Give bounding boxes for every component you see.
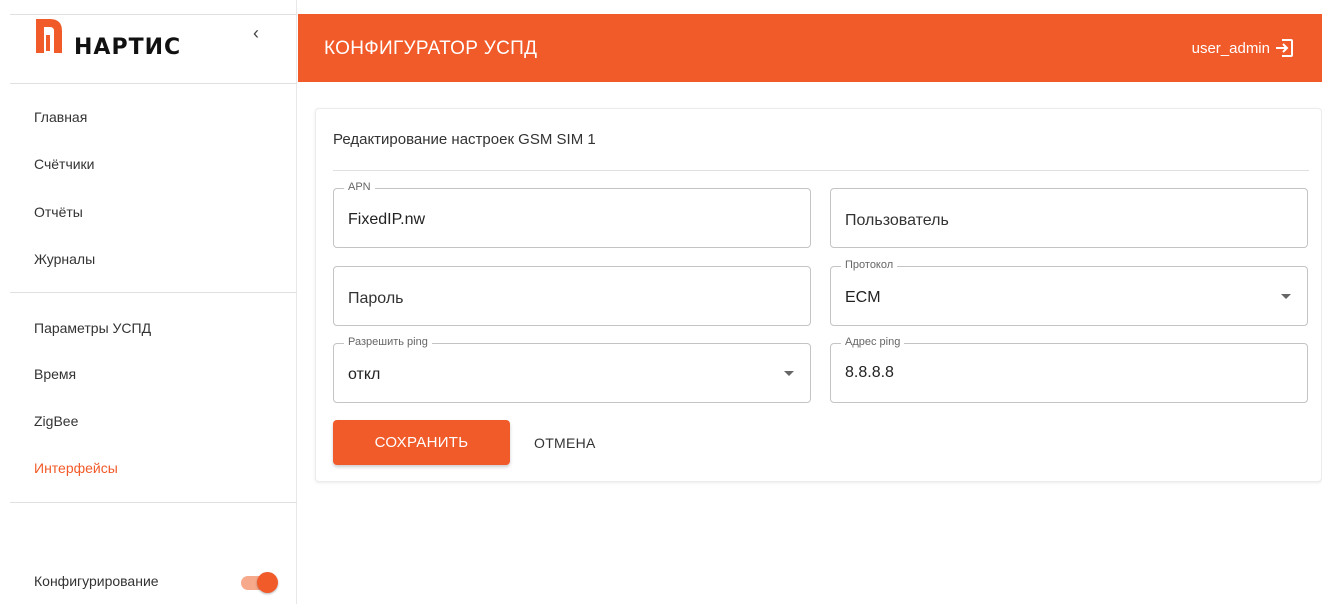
protocol-value: ECM: [845, 289, 881, 306]
user-field[interactable]: Пользователь: [830, 188, 1308, 248]
dropdown-arrow-icon: [784, 371, 794, 376]
page-title: КОНФИГУРАТОР УСПД: [324, 38, 538, 59]
toggle-thumb: [257, 572, 278, 593]
sidebar-divider: [10, 292, 297, 293]
apn-label: APN: [344, 181, 375, 193]
sidebar: НАРТИС ‹ Главная Счётчики Отчёты Журналы…: [0, 0, 297, 604]
ping-address-label: Адрес ping: [841, 336, 905, 348]
ping-address-field[interactable]: Адрес ping 8.8.8.8: [830, 336, 1308, 403]
allow-ping-select[interactable]: Разрешить ping откл: [333, 336, 811, 403]
dropdown-arrow-icon: [1281, 294, 1291, 299]
app-header: КОНФИГУРАТОР УСПД user_admin: [298, 14, 1322, 82]
collapse-sidebar-icon[interactable]: ‹: [253, 23, 259, 44]
apn-field[interactable]: APN FixedIP.nw: [333, 181, 811, 248]
config-toggle[interactable]: [237, 572, 281, 593]
sidebar-item-interfaces[interactable]: Интерфейсы: [34, 460, 118, 476]
protocol-label: Протокол: [841, 259, 898, 271]
sidebar-item-time[interactable]: Время: [34, 366, 76, 382]
logout-icon[interactable]: [1274, 38, 1294, 58]
gsm-settings-card: Редактирование настроек GSM SIM 1 APN Fi…: [315, 108, 1322, 482]
sidebar-item-zigbee[interactable]: ZigBee: [34, 413, 78, 429]
allow-ping-label: Разрешить ping: [344, 336, 432, 348]
password-placeholder: Пароль: [348, 290, 404, 307]
save-button[interactable]: СОХРАНИТЬ: [333, 420, 510, 465]
user-placeholder: Пользователь: [845, 212, 949, 229]
user-name: user_admin: [1191, 40, 1270, 57]
card-divider: [333, 170, 1309, 171]
sidebar-divider: [10, 502, 297, 503]
sidebar-item-reports[interactable]: Отчёты: [34, 204, 83, 220]
allow-ping-value: откл: [348, 366, 381, 383]
password-field[interactable]: Пароль: [333, 266, 811, 326]
protocol-select[interactable]: Протокол ECM: [830, 259, 1308, 326]
sidebar-header: НАРТИС ‹: [10, 14, 297, 84]
cancel-button[interactable]: ОТМЕНА: [524, 420, 606, 465]
sidebar-item-uspd-params[interactable]: Параметры УСПД: [34, 320, 151, 336]
logo-icon: [36, 19, 62, 53]
sidebar-item-journals[interactable]: Журналы: [34, 251, 95, 267]
card-title: Редактирование настроек GSM SIM 1: [333, 131, 596, 148]
ping-address-value: 8.8.8.8: [845, 364, 894, 381]
sidebar-item-meters[interactable]: Счётчики: [34, 156, 95, 172]
sidebar-item-home[interactable]: Главная: [34, 109, 87, 125]
apn-value: FixedIP.nw: [348, 211, 426, 228]
config-toggle-label: Конфигурирование: [34, 573, 159, 589]
brand-name: НАРТИС: [74, 35, 182, 60]
